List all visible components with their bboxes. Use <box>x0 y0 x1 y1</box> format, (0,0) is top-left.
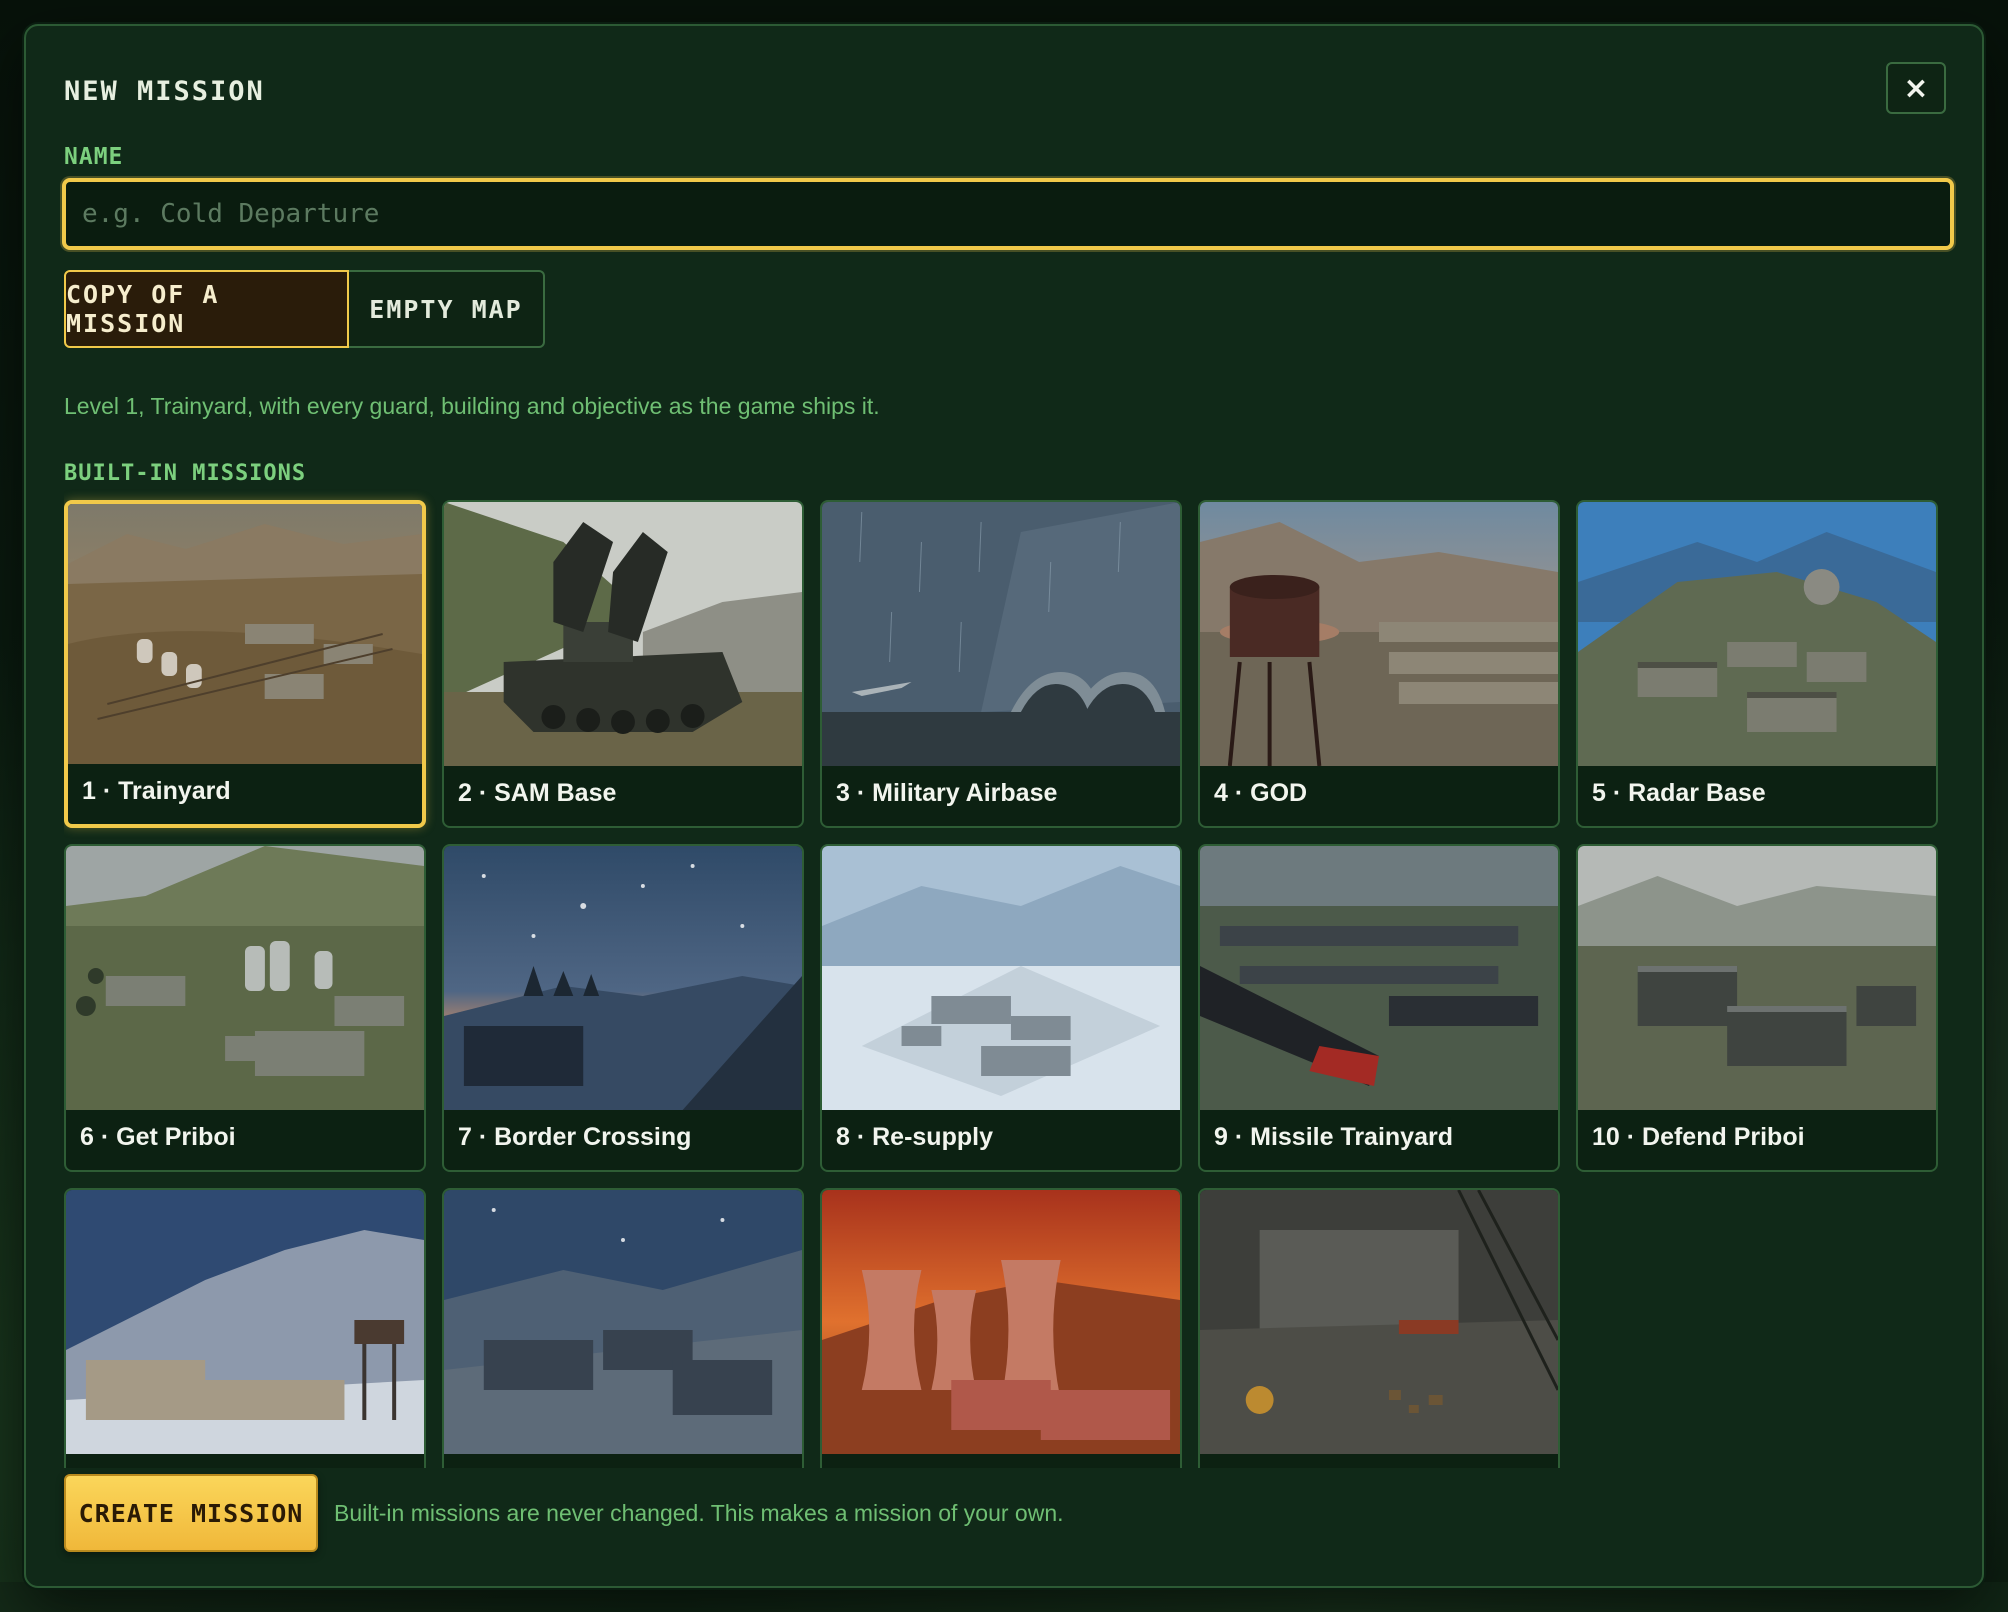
mission-card[interactable]: 10 · Defend Priboi <box>1576 844 1938 1172</box>
mission-label: 3 · Military Airbase <box>836 779 1058 807</box>
mission-card[interactable]: 7 · Border Crossing <box>442 844 804 1172</box>
mission-label: 8 · Re-supply <box>836 1123 993 1151</box>
mission-grid-viewport[interactable]: 1 · Trainyard 2 · SAM Base 3 · Military … <box>64 478 1964 1468</box>
mission-thumbnail <box>822 846 1180 1110</box>
mission-card[interactable] <box>442 1188 804 1468</box>
mission-card[interactable]: 5 · Radar Base <box>1576 500 1938 828</box>
create-mission-button[interactable]: CREATE MISSION <box>64 1474 318 1552</box>
source-description: Level 1, Trainyard, with every guard, bu… <box>64 393 880 419</box>
mission-thumbnail <box>66 846 424 1110</box>
mission-thumbnail <box>822 502 1180 766</box>
mission-label: 2 · SAM Base <box>458 779 617 807</box>
mission-label: 10 · Defend Priboi <box>1592 1123 1805 1151</box>
mission-card[interactable] <box>1198 1188 1560 1468</box>
mission-thumbnail <box>444 1190 802 1454</box>
mission-card[interactable]: 6 · Get Priboi <box>64 844 426 1172</box>
mission-label: 1 · Trainyard <box>82 777 231 805</box>
new-mission-dialog: NEW MISSION × NAME COPY OF A MISSION EMP… <box>24 24 1984 1588</box>
mission-thumbnail <box>444 502 802 766</box>
name-label: NAME <box>64 144 124 170</box>
mission-card[interactable]: 8 · Re-supply <box>820 844 1182 1172</box>
mission-label: 9 · Missile Trainyard <box>1214 1123 1453 1151</box>
mission-card[interactable]: 3 · Military Airbase <box>820 500 1182 828</box>
mission-thumbnail <box>68 504 422 764</box>
empty-map-button[interactable]: EMPTY MAP <box>349 270 545 348</box>
mission-thumbnail <box>1578 502 1936 766</box>
source-toggle: COPY OF A MISSION EMPTY MAP <box>64 270 545 348</box>
mission-label: 4 · GOD <box>1214 779 1308 807</box>
mission-card[interactable]: 1 · Trainyard <box>64 500 426 828</box>
mission-card[interactable] <box>820 1188 1182 1468</box>
mission-label: 5 · Radar Base <box>1592 779 1766 807</box>
dialog-title: NEW MISSION <box>64 76 265 107</box>
mission-label: 6 · Get Priboi <box>80 1123 236 1151</box>
mission-name-input[interactable] <box>62 178 1954 250</box>
mission-label: 7 · Border Crossing <box>458 1123 692 1151</box>
footer-note: Built-in missions are never changed. Thi… <box>334 1500 1064 1526</box>
copy-of-mission-button[interactable]: COPY OF A MISSION <box>64 270 349 348</box>
mission-thumbnail <box>1200 1190 1558 1454</box>
mission-thumbnail <box>1200 502 1558 766</box>
mission-thumbnail <box>822 1190 1180 1454</box>
close-icon: × <box>1903 70 1929 106</box>
mission-thumbnail <box>444 846 802 1110</box>
close-button[interactable]: × <box>1886 62 1946 114</box>
mission-thumbnail <box>1578 846 1936 1110</box>
mission-card[interactable] <box>64 1188 426 1468</box>
mission-thumbnail <box>66 1190 424 1454</box>
mission-card[interactable]: 9 · Missile Trainyard <box>1198 844 1560 1172</box>
mission-card[interactable]: 2 · SAM Base <box>442 500 804 828</box>
mission-thumbnail <box>1200 846 1558 1110</box>
mission-card[interactable]: 4 · GOD <box>1198 500 1560 828</box>
mission-grid: 1 · Trainyard 2 · SAM Base 3 · Military … <box>64 500 1938 1468</box>
